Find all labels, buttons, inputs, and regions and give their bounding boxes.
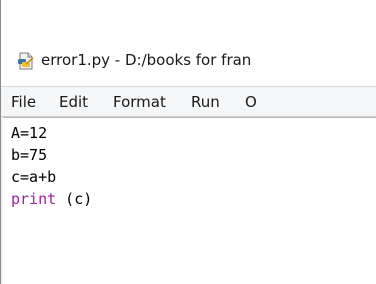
menu-file[interactable]: File xyxy=(11,92,36,112)
menu-format[interactable]: Format xyxy=(113,92,166,112)
idle-editor-window: error1.py - D:/books for fran File Edit … xyxy=(0,0,376,284)
code-keyword: print xyxy=(11,190,57,208)
title-bar[interactable]: error1.py - D:/books for fran xyxy=(1,0,376,86)
menu-edit[interactable]: Edit xyxy=(59,92,88,112)
menu-bar: File Edit Format Run O xyxy=(1,87,376,117)
code-text: (c) xyxy=(56,190,93,208)
python-file-icon xyxy=(17,52,35,70)
menu-run[interactable]: Run xyxy=(191,92,220,112)
code-line: b=75 xyxy=(11,146,48,164)
window-title: error1.py - D:/books for fran xyxy=(41,51,252,69)
code-line: c=a+b xyxy=(11,168,57,186)
code-line: print (c) xyxy=(11,188,92,210)
menu-options[interactable]: O xyxy=(245,92,257,112)
code-line: A=12 xyxy=(11,124,48,142)
code-editor[interactable]: A=12 b=75 c=a+b print (c) xyxy=(3,117,376,284)
